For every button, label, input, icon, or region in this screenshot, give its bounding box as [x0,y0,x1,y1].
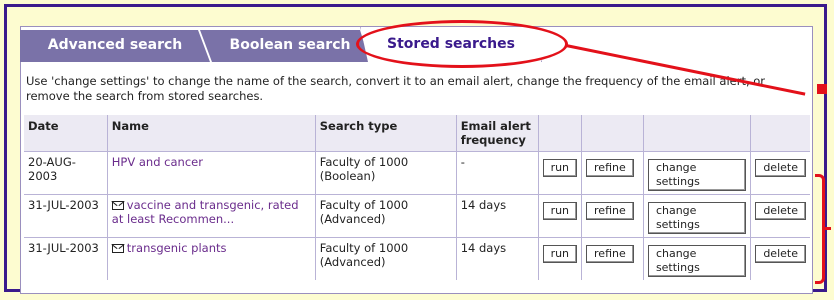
change-settings-button[interactable]: change settings [647,202,747,234]
table-header-row: Date Name Search type Email alert frequen… [24,115,810,152]
tab-advanced-search[interactable]: Advanced search [20,30,210,62]
row-name: vaccine and transgenic, rated at least R… [107,194,316,238]
row-email-frequency: - [456,151,539,195]
change-settings-button[interactable]: change settings [647,245,747,277]
column-header-date: Date [24,115,108,152]
column-header-search-type: Search type [315,115,457,152]
change-settings-button[interactable]: change settings [647,159,747,191]
run-button[interactable]: run [542,159,578,177]
refine-button[interactable]: refine [586,202,634,220]
search-name-link[interactable]: vaccine and transgenic, rated at least R… [112,198,299,226]
column-header-blank [643,115,752,152]
envelope-icon [111,244,124,253]
refine-button[interactable]: refine [586,159,634,177]
stored-searches-table: Date Name Search type Email alert frequen… [24,115,810,280]
row-name: transgenic plants [107,237,316,280]
row-name: HPV and cancer [107,151,316,195]
column-header-blank [538,115,583,152]
column-header-blank [750,115,810,152]
table-row: 20-AUG-2003 HPV and cancer Faculty of 10… [24,151,810,195]
envelope-icon [111,201,124,210]
table-row: 31-JUL-2003 transgenic plants Faculty of… [24,237,810,280]
row-date: 20-AUG-2003 [24,151,108,195]
annotation-marker [817,84,827,94]
instructions-text: Use 'change settings' to change the name… [26,74,766,103]
row-email-frequency: 14 days [456,194,539,238]
row-date: 31-JUL-2003 [24,237,108,280]
delete-button[interactable]: delete [755,245,806,263]
annotation-oval [356,20,568,68]
column-header-email-frequency: Email alert frequency [456,115,539,152]
row-date: 31-JUL-2003 [24,194,108,238]
row-email-frequency: 14 days [456,237,539,280]
search-name-link[interactable]: transgenic plants [127,241,227,255]
search-name-link[interactable]: HPV and cancer [112,155,203,169]
delete-button[interactable]: delete [755,159,806,177]
refine-button[interactable]: refine [586,245,634,263]
tab-boolean-search[interactable]: Boolean search [200,30,370,62]
run-button[interactable]: run [542,202,578,220]
run-button[interactable]: run [542,245,578,263]
row-search-type: Faculty of 1000 (Boolean) [315,151,457,195]
table-row: 31-JUL-2003 vaccine and transgenic, rate… [24,194,810,238]
row-search-type: Faculty of 1000 (Advanced) [315,194,457,238]
delete-button[interactable]: delete [755,202,806,220]
column-header-name: Name [107,115,316,152]
column-header-blank [581,115,644,152]
row-search-type: Faculty of 1000 (Advanced) [315,237,457,280]
annotation-bracket [815,174,831,284]
